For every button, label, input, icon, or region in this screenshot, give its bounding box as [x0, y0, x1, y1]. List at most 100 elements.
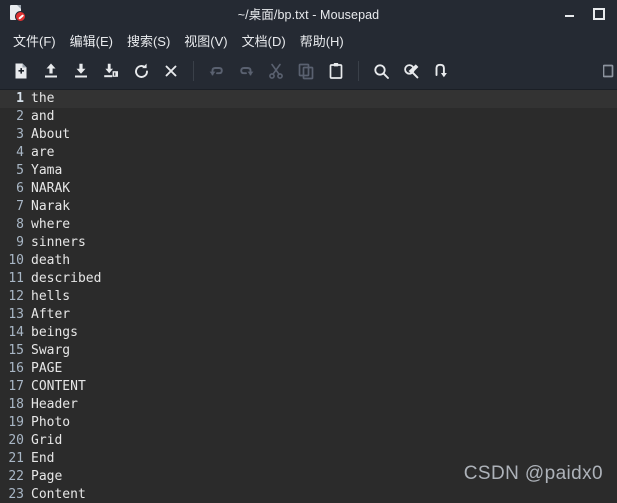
- editor-line[interactable]: 1 the: [0, 90, 617, 108]
- overflow-icon: [603, 64, 614, 78]
- line-number: 16: [8, 361, 24, 376]
- toolbar-overflow-button[interactable]: [603, 62, 617, 80]
- save-button[interactable]: [66, 56, 96, 86]
- go-to-line-button[interactable]: [426, 56, 456, 86]
- menu-help[interactable]: 帮助(H): [293, 29, 351, 52]
- editor-line[interactable]: 17 CONTENT: [0, 378, 617, 396]
- line-text: and: [31, 109, 55, 124]
- reload-button[interactable]: [126, 56, 156, 86]
- line-number: 21: [8, 451, 24, 466]
- line-text: Narak: [31, 199, 71, 214]
- editor-line[interactable]: 10 death: [0, 252, 617, 270]
- menu-search[interactable]: 搜索(S): [120, 29, 177, 52]
- line-text: Yama: [31, 163, 63, 178]
- open-file-button[interactable]: [36, 56, 66, 86]
- line-text: Photo: [31, 415, 71, 430]
- copy-button[interactable]: [291, 56, 321, 86]
- editor-line[interactable]: 4 are: [0, 144, 617, 162]
- editor-line[interactable]: 2 and: [0, 108, 617, 126]
- line-number: 5: [16, 163, 24, 178]
- menu-file[interactable]: 文件(F): [6, 29, 63, 52]
- line-number: 9: [16, 235, 24, 250]
- close-tab-button[interactable]: [156, 56, 186, 86]
- line-text: Grid: [31, 433, 63, 448]
- toolbar-separator-2: [358, 61, 359, 81]
- save-as-button[interactable]: [96, 56, 126, 86]
- search-icon: [373, 63, 389, 79]
- go-to-line-icon: [435, 63, 447, 78]
- menu-document[interactable]: 文档(D): [235, 29, 293, 52]
- line-text: PAGE: [31, 361, 63, 376]
- editor-line[interactable]: 5 Yama: [0, 162, 617, 180]
- mousepad-window: ~/桌面/bp.txt - Mousepad 文件(F) 编辑(E) 搜索(S)…: [0, 0, 617, 503]
- editor-line[interactable]: 14 beings: [0, 324, 617, 342]
- minimize-icon[interactable]: [563, 6, 577, 20]
- maximize-icon[interactable]: [591, 6, 605, 20]
- editor-line[interactable]: 8 where: [0, 216, 617, 234]
- text-editor-area[interactable]: 1 the 2 and 3 About 4 are 5 Yama 6 NARAK…: [0, 90, 617, 503]
- redo-button[interactable]: [231, 56, 261, 86]
- window-controls: [563, 6, 613, 20]
- editor-line[interactable]: 6 NARAK: [0, 180, 617, 198]
- line-number: 1: [16, 91, 24, 106]
- cut-button[interactable]: [261, 56, 291, 86]
- line-text: CONTENT: [31, 379, 86, 394]
- line-number: 14: [8, 325, 24, 340]
- editor-line[interactable]: 23 Content: [0, 486, 617, 503]
- editor-line[interactable]: 7 Narak: [0, 198, 617, 216]
- line-text: sinners: [31, 235, 86, 250]
- save-as-icon: [104, 63, 118, 78]
- paste-button[interactable]: [321, 56, 351, 86]
- editor-line[interactable]: 19 Photo: [0, 414, 617, 432]
- line-number: 2: [16, 109, 24, 124]
- editor-line[interactable]: 11 described: [0, 270, 617, 288]
- line-number: 4: [16, 145, 24, 160]
- copy-icon: [298, 63, 314, 80]
- titlebar: ~/桌面/bp.txt - Mousepad: [0, 0, 617, 27]
- undo-button[interactable]: [201, 56, 231, 86]
- open-file-icon: [45, 63, 57, 78]
- editor-line[interactable]: 3 About: [0, 126, 617, 144]
- menubar: 文件(F) 编辑(E) 搜索(S) 视图(V) 文档(D) 帮助(H): [0, 27, 617, 53]
- new-document-button[interactable]: [6, 56, 36, 86]
- line-text: where: [31, 217, 71, 232]
- redo-icon: [239, 66, 253, 75]
- scissors-icon: [269, 63, 283, 79]
- line-number: 17: [8, 379, 24, 394]
- editor-line[interactable]: 9 sinners: [0, 234, 617, 252]
- line-number: 6: [16, 181, 24, 196]
- editor-line[interactable]: 18 Header: [0, 396, 617, 414]
- editor-line[interactable]: 15 Swarg: [0, 342, 617, 360]
- line-text: beings: [31, 325, 78, 340]
- find-button[interactable]: [366, 56, 396, 86]
- line-number: 12: [8, 289, 24, 304]
- editor-line[interactable]: 13 After: [0, 306, 617, 324]
- editor-line[interactable]: 12 hells: [0, 288, 617, 306]
- editor-line[interactable]: 16 PAGE: [0, 360, 617, 378]
- save-icon: [75, 63, 87, 78]
- line-text: Content: [31, 487, 86, 502]
- line-number: 13: [8, 307, 24, 322]
- line-number: 18: [8, 397, 24, 412]
- editor-line[interactable]: 22 Page: [0, 468, 617, 486]
- editor-line[interactable]: 20 Grid: [0, 432, 617, 450]
- menu-view[interactable]: 视图(V): [177, 29, 234, 52]
- find-replace-button[interactable]: [396, 56, 426, 86]
- line-text: About: [31, 127, 71, 142]
- reload-icon: [134, 63, 148, 78]
- line-text: Page: [31, 469, 63, 484]
- line-number: 7: [16, 199, 24, 214]
- new-document-icon: [15, 63, 27, 79]
- undo-icon: [209, 66, 223, 75]
- clipboard-icon: [329, 63, 343, 79]
- editor-line[interactable]: 21 End: [0, 450, 617, 468]
- line-number: 11: [8, 271, 24, 286]
- menu-edit[interactable]: 编辑(E): [63, 29, 120, 52]
- line-text: Swarg: [31, 343, 71, 358]
- line-text: are: [31, 145, 55, 160]
- line-text: After: [31, 307, 71, 322]
- find-replace-icon: [403, 63, 418, 78]
- line-number: 10: [8, 253, 24, 268]
- line-text: End: [31, 451, 55, 466]
- line-number: 20: [8, 433, 24, 448]
